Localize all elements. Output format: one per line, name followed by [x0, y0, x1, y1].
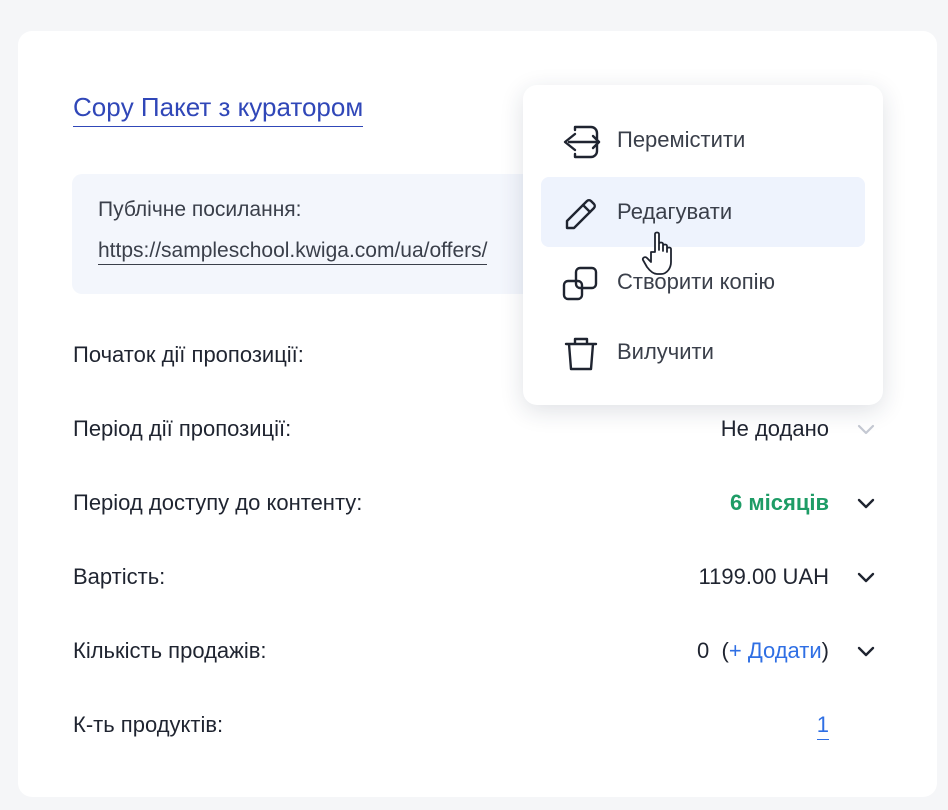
products-count-value: 1 — [816, 712, 829, 740]
sales-count-value: 0 (+ Додати) — [697, 638, 829, 664]
copy-icon — [561, 264, 601, 304]
move-icon — [561, 122, 601, 162]
menu-item-delete-label: Вилучити — [617, 339, 714, 364]
products-count-label: К-ть продуктів: — [73, 712, 224, 737]
context-menu: Перемістити Редагувати Створити копію Ви… — [523, 85, 883, 405]
offer-period-value: Не додано — [720, 416, 829, 441]
trash-icon — [561, 334, 601, 374]
add-sales-link[interactable]: + Додати — [729, 638, 822, 663]
access-period-chevron-down-icon[interactable] — [855, 492, 877, 514]
public-link-label: Публічне посилання: — [98, 198, 302, 221]
sales-paren-open: ( — [721, 638, 729, 663]
menu-item-edit[interactable]: Редагувати — [541, 177, 865, 247]
price-chevron-down-icon[interactable] — [855, 566, 877, 588]
menu-item-copy[interactable]: Створити копію — [541, 247, 865, 317]
products-count-link[interactable]: 1 — [816, 712, 829, 740]
menu-item-move[interactable]: Перемістити — [541, 105, 865, 175]
menu-item-edit-label: Редагувати — [617, 199, 733, 224]
offer-period-label: Період дії пропозиції: — [73, 416, 292, 441]
offer-title-link[interactable]: Copy Пакет з куратором — [73, 91, 364, 127]
sales-paren-close: ) — [821, 638, 829, 663]
menu-item-move-label: Перемістити — [617, 127, 746, 152]
sales-count-number: 0 — [697, 638, 710, 663]
menu-item-copy-label: Створити копію — [617, 269, 776, 294]
access-period-value: 6 місяців — [730, 490, 829, 515]
sales-count-label: Кількість продажів: — [73, 638, 267, 663]
price-value: 1199.00 UAH — [698, 564, 829, 589]
public-link-box: Публічне посилання: https://sampleschool… — [72, 174, 572, 294]
public-link-url[interactable]: https://sampleschool.kwiga.com/ua/offers… — [98, 238, 488, 265]
menu-item-delete[interactable]: Вилучити — [541, 317, 865, 387]
price-label: Вартість: — [73, 564, 166, 589]
offer-start-label: Початок дії пропозиції: — [73, 342, 304, 367]
sales-count-chevron-down-icon[interactable] — [855, 640, 877, 662]
pencil-icon — [561, 194, 601, 234]
access-period-label: Період доступу до контенту: — [73, 490, 363, 515]
offer-period-chevron-down-icon[interactable] — [855, 418, 877, 440]
